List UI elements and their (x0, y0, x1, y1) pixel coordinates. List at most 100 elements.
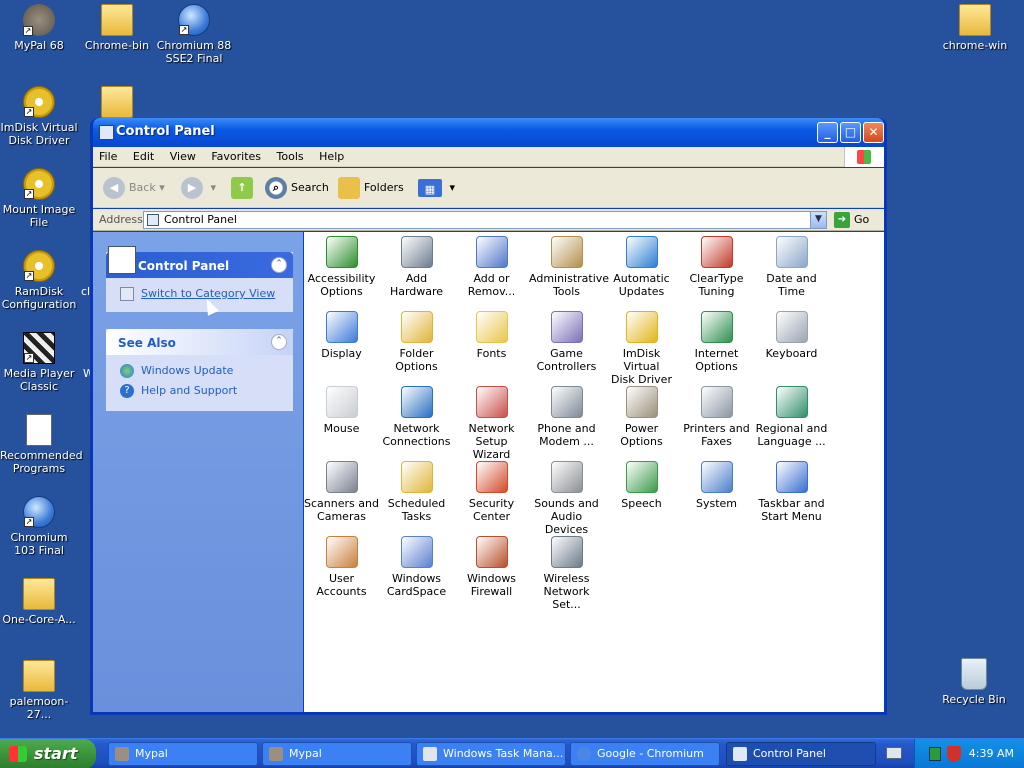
taskbar-item-control-panel[interactable]: Control Panel (726, 742, 876, 766)
start-button[interactable]: start (0, 739, 96, 768)
cp-item-icon (550, 461, 583, 493)
desktop-icon-palemoon[interactable]: palemoon-27... (0, 660, 78, 721)
maximize-button[interactable]: □ (840, 122, 861, 143)
cp-item-user-accounts[interactable]: User Accounts (304, 536, 379, 598)
menu-edit[interactable]: Edit (127, 147, 160, 166)
control-panel-icon (733, 747, 747, 761)
keyboard-tray-icon[interactable] (886, 747, 902, 759)
taskbar-item-task-manager[interactable]: Windows Task Mana... (416, 742, 566, 766)
desktop-icon-recommended-programs[interactable]: Recommended Programs (0, 414, 83, 475)
cp-item-display[interactable]: Display (304, 311, 379, 360)
cp-item-add-hardware[interactable]: Add Hardware (379, 236, 454, 298)
cp-item-imdisk-virtual-disk-driver[interactable]: ImDisk Virtual Disk Driver (604, 311, 679, 386)
close-button[interactable]: ✕ (863, 122, 884, 143)
desktop-icon-mypal[interactable]: ↗ MyPal 68 (0, 4, 78, 52)
cp-item-date-and-time[interactable]: Date and Time (754, 236, 829, 298)
cp-item-security-center[interactable]: Security Center (454, 461, 529, 523)
cp-item-label-line1: Windows (466, 572, 517, 585)
cp-item-windows-cardspace[interactable]: Windows CardSpace (379, 536, 454, 598)
cp-item-regional-and-language[interactable]: Regional and Language ... (754, 386, 829, 448)
cp-item-system[interactable]: System (679, 461, 754, 510)
cp-item-scheduled-tasks[interactable]: Scheduled Tasks (379, 461, 454, 523)
cp-item-network-connections[interactable]: Network Connections (379, 386, 454, 448)
cp-item-label-line1: Display (321, 347, 362, 360)
search-label: Search (291, 181, 329, 194)
cp-item-automatic-updates[interactable]: Automatic Updates (604, 236, 679, 298)
cp-item-icon (475, 461, 508, 493)
tray-icon[interactable] (929, 747, 941, 761)
cp-item-printers-and-faxes[interactable]: Printers and Faxes (679, 386, 754, 448)
menu-view[interactable]: View (164, 147, 202, 166)
up-folder-icon: ↑ (231, 177, 253, 199)
desktop-icon-imdisk[interactable]: ↗ ImDisk Virtual Disk Driver (0, 86, 78, 147)
cp-item-taskbar-and-start-menu[interactable]: Taskbar and Start Menu (754, 461, 829, 523)
cp-item-icon (325, 536, 358, 568)
task-box-header[interactable]: Control Panel ⌃ (106, 246, 293, 278)
cp-item-power-options[interactable]: Power Options (604, 386, 679, 448)
views-button[interactable]: ▦ ▾ (418, 176, 455, 200)
cp-item-phone-and-modem[interactable]: Phone and Modem ... (529, 386, 604, 448)
control-panel-items: Accessibility Options Add Hardware Add or Re… (304, 232, 884, 712)
cp-item-label-line1: Sounds and (534, 497, 599, 510)
search-button[interactable]: ⌕ Search (265, 176, 329, 200)
security-shield-icon[interactable] (947, 746, 961, 762)
chevron-down-icon[interactable]: ▼ (810, 212, 826, 228)
switch-to-category-view-link[interactable]: Switch to Category View (106, 284, 293, 304)
cp-item-speech[interactable]: Speech (604, 461, 679, 510)
cp-item-fonts[interactable]: Fonts (454, 311, 529, 360)
taskbar-item-mypal-1[interactable]: Mypal (108, 742, 258, 766)
cp-item-game-controllers[interactable]: Game Controllers (529, 311, 604, 373)
cp-item-folder-options[interactable]: Folder Options (379, 311, 454, 373)
desktop-icon-7z-archive[interactable] (78, 86, 156, 121)
desktop-icon-ramdisk[interactable]: ↗ RamDisk Configuration (0, 250, 78, 311)
cp-item-scanners-and-cameras[interactable]: Scanners and Cameras (304, 461, 379, 523)
desktop-icon-label: palemoon-27... (9, 695, 69, 721)
cp-item-add-or-remov[interactable]: Add or Remov... (454, 236, 529, 298)
address-input[interactable]: Control Panel ▼ (143, 211, 827, 229)
forward-button[interactable]: ▶ ▾ (181, 176, 216, 200)
desktop-icon-media-player[interactable]: ↗ Media Player Classic (0, 332, 78, 393)
menu-help[interactable]: Help (313, 147, 350, 166)
menu-favorites[interactable]: Favorites (205, 147, 267, 166)
cp-item-label-line1: Taskbar and (758, 497, 825, 510)
desktop-icon-recycle-bin[interactable]: Recycle Bin (935, 658, 1013, 706)
cp-item-icon (625, 311, 658, 343)
cp-item-keyboard[interactable]: Keyboard (754, 311, 829, 360)
cp-item-accessibility-options[interactable]: Accessibility Options (304, 236, 379, 298)
cp-item-icon (550, 386, 583, 418)
desktop-icon-one-core[interactable]: One-Core-A... (0, 578, 78, 626)
taskbar-item-chromium[interactable]: Google - Chromium (570, 742, 720, 766)
cp-item-mouse[interactable]: Mouse (304, 386, 379, 435)
collapse-icon[interactable]: ⌃ (271, 257, 287, 273)
cp-item-administrative-tools[interactable]: Administrative Tools (529, 236, 609, 298)
title-bar[interactable]: Control Panel _ □ ✕ (93, 118, 884, 147)
folders-button[interactable]: Folders (338, 176, 404, 200)
cp-item-sounds-and-audio-devices[interactable]: Sounds and Audio Devices (529, 461, 604, 536)
desktop-icon-chrome-bin[interactable]: Chrome-bin (78, 4, 156, 52)
minimize-button[interactable]: _ (817, 122, 838, 143)
desktop-icon-chrome-win[interactable]: chrome-win (936, 4, 1014, 52)
menu-tools[interactable]: Tools (271, 147, 310, 166)
desktop-icon-chromium-88[interactable]: ↗ Chromium 88 SSE2 Final (155, 4, 233, 65)
taskbar-item-label: Control Panel (753, 747, 826, 760)
go-button[interactable]: ➜ Go (834, 211, 869, 229)
cp-item-windows-firewall[interactable]: Windows Firewall (454, 536, 529, 598)
cp-item-icon (700, 461, 733, 493)
chromium-icon: ↗ (178, 4, 210, 36)
shortcut-arrow-icon: ↗ (24, 353, 34, 363)
desktop-icon-chromium-103[interactable]: ↗ Chromium 103 Final (0, 496, 78, 557)
desktop-icon-mount-image[interactable]: ↗ Mount Image File (0, 168, 78, 229)
cp-item-cleartype-tuning[interactable]: ClearType Tuning (679, 236, 754, 298)
up-folder-button[interactable]: ↑ (231, 176, 257, 200)
see-also-header[interactable]: See Also ⌃ (106, 329, 293, 355)
taskbar-item-mypal-2[interactable]: Mypal (262, 742, 412, 766)
back-button[interactable]: ◀ Back ▾ (103, 176, 165, 200)
help-and-support-link[interactable]: ? Help and Support (106, 381, 293, 401)
windows-update-link[interactable]: Windows Update (106, 361, 293, 381)
menu-file[interactable]: File (93, 147, 123, 166)
cp-item-wireless-network-set[interactable]: Wireless Network Set... (529, 536, 604, 611)
collapse-icon[interactable]: ⌃ (271, 334, 287, 350)
cp-item-internet-options[interactable]: Internet Options (679, 311, 754, 373)
cp-item-network-setup-wizard[interactable]: Network Setup Wizard (454, 386, 529, 461)
cp-item-label-line2: Firewall (470, 585, 513, 598)
